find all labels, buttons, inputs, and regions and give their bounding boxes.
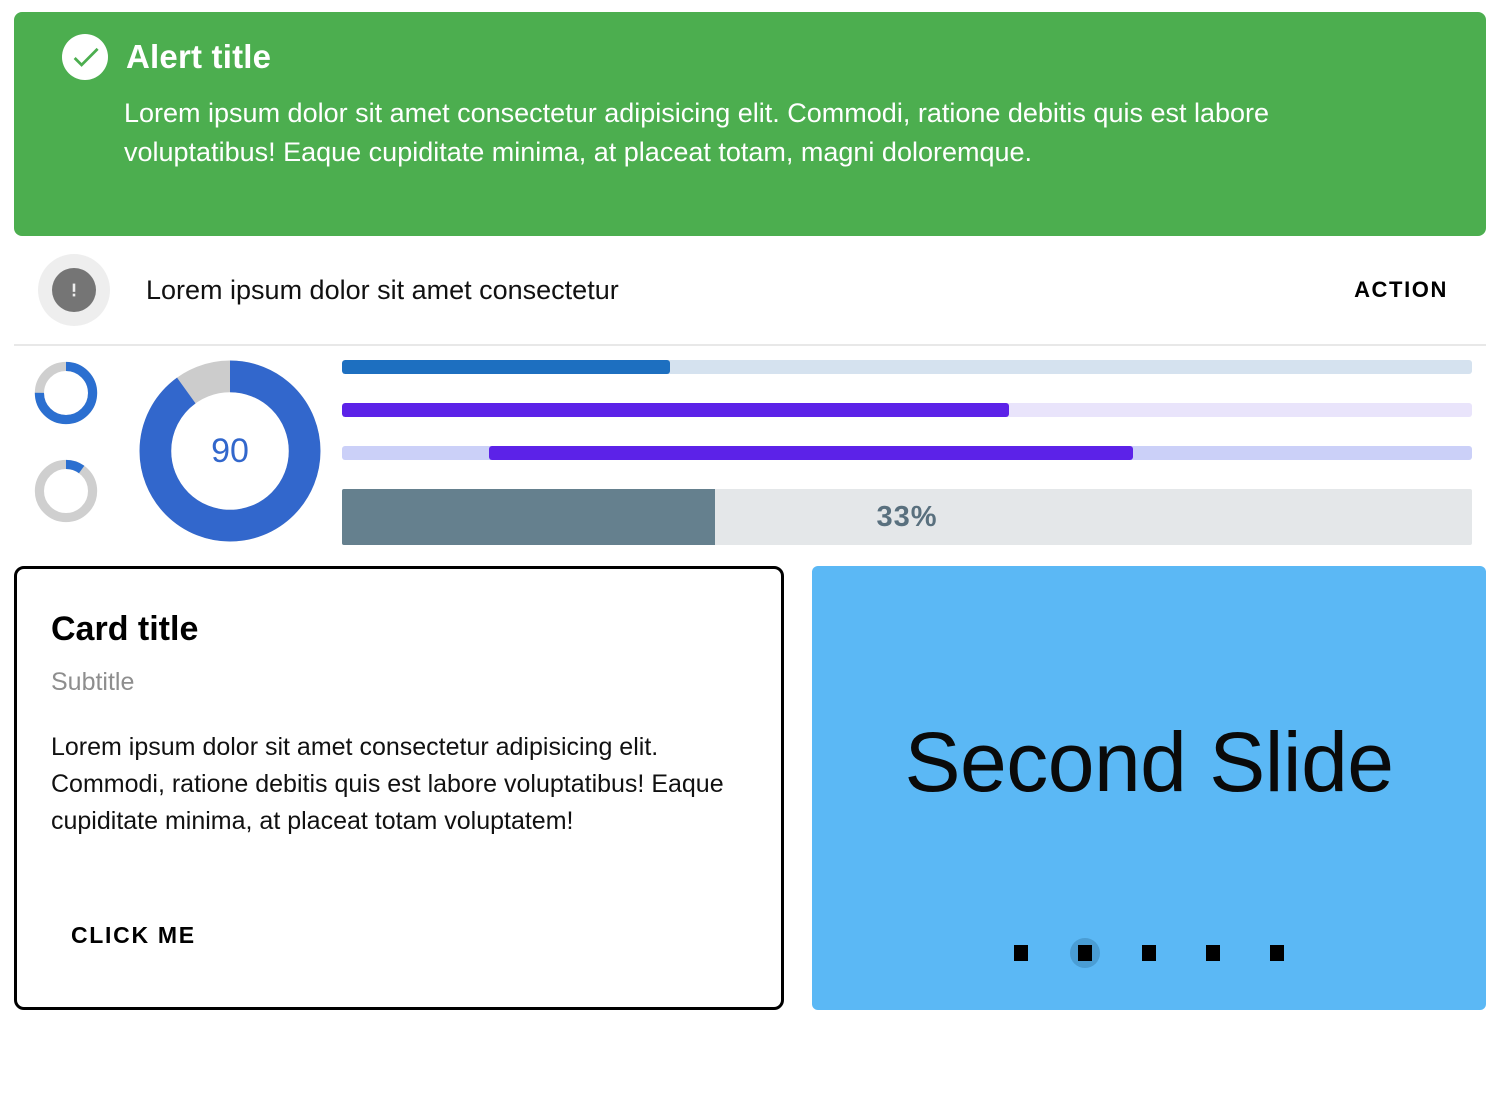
spinner-group [14, 354, 118, 524]
carousel-slide-caption: Second Slide [904, 714, 1394, 809]
exclamation-circle-icon [38, 254, 110, 326]
progress-bars: 33% [342, 354, 1486, 545]
progress-bar-labeled[interactable]: 33% [342, 489, 1472, 545]
progress-bar-purple-range-fill [488, 446, 1133, 460]
progress-region: 90 33% [14, 346, 1486, 562]
spinner-top-icon [34, 361, 98, 425]
snackbar-message: Lorem ipsum dolor sit amet consectetur [146, 274, 619, 305]
card-subtitle: Subtitle [51, 668, 135, 697]
spinner-bottom-icon [34, 459, 98, 523]
card-body-text: Lorem ipsum dolor sit amet consectetur a… [51, 733, 724, 836]
card-click-me-button[interactable]: CLICK ME [51, 916, 216, 955]
bottom-row: Card title Subtitle Lorem ipsum dolor si… [14, 562, 1486, 1010]
check-circle-icon [62, 34, 108, 80]
progress-bar-purple[interactable] [342, 403, 1472, 417]
progress-bar-row-3 [342, 446, 1472, 460]
info-card: Card title Subtitle Lorem ipsum dolor si… [14, 566, 784, 1010]
carousel-dot-square-icon [1270, 945, 1284, 961]
progress-bar-blue-fill [342, 360, 670, 374]
progress-bar-purple-range[interactable] [342, 446, 1472, 460]
carousel-dot-square-icon [1014, 945, 1028, 961]
donut-value-label: 90 [211, 431, 249, 470]
carousel-dot-4[interactable] [1198, 938, 1228, 968]
carousel[interactable]: Second Slide [812, 566, 1486, 1010]
carousel-dot-square-icon [1206, 945, 1220, 961]
page-root: Alert title Lorem ipsum dolor sit amet c… [0, 0, 1500, 1100]
snackbar: Lorem ipsum dolor sit amet consectetur A… [14, 236, 1486, 346]
alert-header: Alert title [62, 34, 1460, 80]
carousel-indicator-dots [812, 938, 1486, 968]
snackbar-action-button[interactable]: ACTION [1354, 277, 1478, 303]
carousel-dot-3[interactable] [1134, 938, 1164, 968]
alert-banner: Alert title Lorem ipsum dolor sit amet c… [14, 12, 1486, 236]
exclamation-icon-inner [52, 268, 96, 312]
progress-bar-row-1 [342, 360, 1472, 374]
carousel-dot-5[interactable] [1262, 938, 1292, 968]
alert-message: Lorem ipsum dolor sit amet consectetur a… [124, 98, 1270, 168]
carousel-dot-square-icon [1142, 945, 1156, 961]
progress-bar-labeled-value: 33% [876, 500, 938, 533]
alert-title: Alert title [126, 38, 272, 75]
carousel-dot-square-icon [1078, 945, 1092, 961]
carousel-dot-1[interactable] [1006, 938, 1036, 968]
card-title: Card title [51, 610, 199, 648]
progress-bar-row-2 [342, 403, 1472, 417]
progress-bar-purple-fill [342, 403, 1009, 417]
carousel-dot-2[interactable] [1070, 938, 1100, 968]
progress-bar-blue[interactable] [342, 360, 1472, 374]
donut-chart: 90 [118, 354, 342, 546]
